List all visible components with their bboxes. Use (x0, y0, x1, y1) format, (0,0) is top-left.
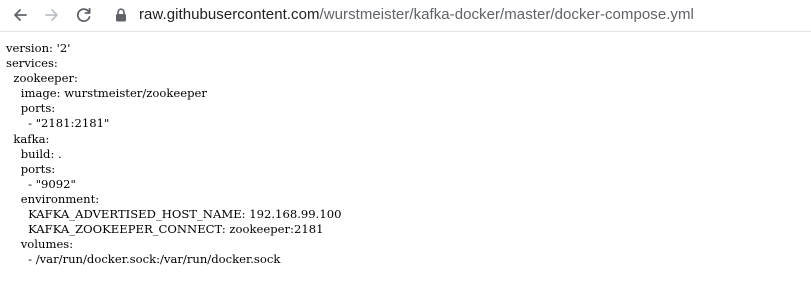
url-host: raw.githubusercontent.com (139, 6, 320, 23)
code-line: KAFKA_ZOOKEEPER_CONNECT: zookeeper:2181 (6, 222, 324, 237)
url-path: /wurstmeister/kafka-docker/master/docker… (319, 6, 694, 23)
code-line: - /var/run/docker.sock:/var/run/docker.s… (6, 252, 281, 267)
code-line: image: wurstmeister/zookeeper (6, 86, 207, 101)
address-bar[interactable]: raw.githubusercontent.com/wurstmeister/k… (139, 5, 694, 25)
code-line: ports: (6, 161, 56, 176)
yaml-file-content: version: '2' services: zookeeper: image: … (6, 41, 341, 267)
lock-icon[interactable] (115, 8, 127, 22)
browser-toolbar: raw.githubusercontent.com/wurstmeister/k… (0, 0, 811, 32)
code-line: zookeeper: (6, 71, 78, 86)
code-line: version: '2' (6, 41, 71, 55)
code-line: KAFKA_ADVERTISED_HOST_NAME: 192.168.99.1… (6, 207, 342, 222)
code-line: - "2181:2181" (6, 116, 110, 131)
code-line: ports: (6, 101, 56, 116)
reload-icon (76, 7, 91, 23)
code-line: environment: (6, 191, 100, 206)
back-button[interactable] (8, 3, 32, 27)
code-line: volumes: (6, 237, 74, 252)
code-line: build: . (6, 146, 62, 161)
reload-button[interactable] (72, 3, 96, 27)
code-line: kafka: (6, 131, 50, 146)
arrow-right-icon (45, 9, 58, 21)
code-line: services: (6, 56, 58, 71)
arrow-left-icon (14, 9, 27, 21)
forward-button[interactable] (40, 3, 64, 27)
code-line: - "9092" (6, 176, 76, 191)
